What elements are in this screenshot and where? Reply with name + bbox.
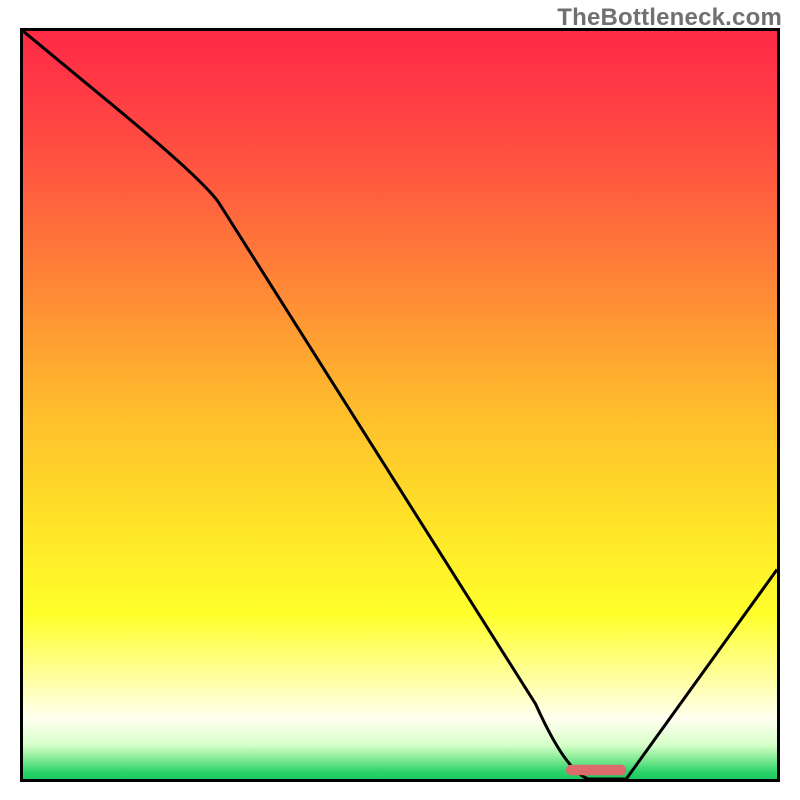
curve-overlay — [23, 31, 777, 779]
plot-area — [23, 31, 777, 779]
watermark-text: TheBottleneck.com — [557, 4, 782, 32]
chart-container: TheBottleneck.com — [0, 0, 800, 800]
plot-frame — [20, 28, 780, 782]
optimal-marker — [566, 765, 626, 775]
bottleneck-curve — [23, 31, 777, 779]
